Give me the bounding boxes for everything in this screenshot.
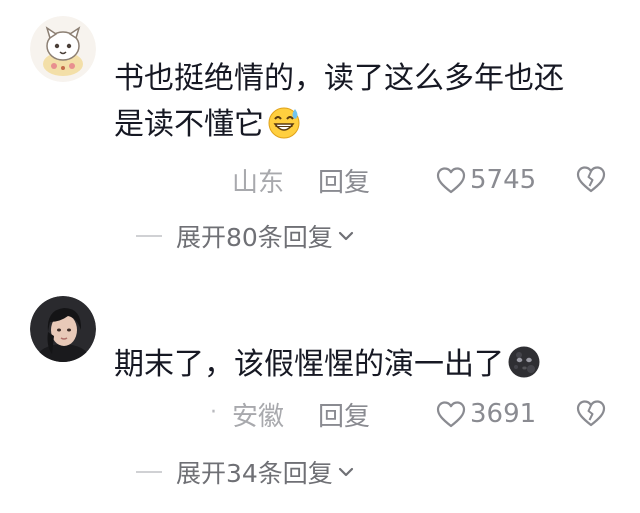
divider-line xyxy=(136,235,162,237)
chevron-down-icon xyxy=(337,463,355,481)
dislike-button[interactable] xyxy=(576,164,606,194)
comment-text-segment: 是读不懂它 xyxy=(114,107,264,142)
reply-button[interactable]: 回复 xyxy=(318,162,370,199)
dislike-button[interactable] xyxy=(576,398,606,428)
cartoon-cat-avatar-icon xyxy=(30,16,96,82)
comment-meta: 山东 回复 5745 xyxy=(0,160,640,200)
location-label: 山东 xyxy=(232,168,285,198)
comment-text-line: 期末了，该假惺惺的演一出了 xyxy=(114,342,614,388)
expand-replies-label: 展开34条回复 xyxy=(176,459,333,488)
chevron-down-icon xyxy=(337,227,355,245)
comment-item: 书也挺绝情的，读了这么多年也还 是读不懂它 山东 回复 5745 展开80条回复 xyxy=(0,0,640,268)
comment-text: 期末了，该假惺惺的演一出了 xyxy=(114,342,614,388)
comment-text-line: 是读不懂它 xyxy=(114,102,614,148)
location-label: 安徽 xyxy=(232,402,285,432)
expand-replies-button[interactable]: 展开80条回复 xyxy=(136,218,355,254)
like-button[interactable]: 5745 xyxy=(436,160,536,200)
comment-text-line: 书也挺绝情的，读了这么多年也还 xyxy=(114,61,564,96)
comment-text-segment: 期末了，该假惺惺的演一出了 xyxy=(114,347,504,382)
separator-dot: · xyxy=(210,400,217,425)
like-button[interactable]: 3691 xyxy=(436,394,536,434)
expand-replies-label: 展开80条回复 xyxy=(176,223,333,252)
heart-outline-icon xyxy=(436,167,466,194)
comment-meta: · 安徽 回复 3691 xyxy=(0,394,640,434)
heart-outline-icon xyxy=(436,401,466,428)
like-count: 3691 xyxy=(470,399,537,429)
user-avatar[interactable] xyxy=(30,296,96,362)
reply-button[interactable]: 回复 xyxy=(318,396,370,433)
broken-heart-icon xyxy=(576,166,606,193)
broken-heart-icon xyxy=(576,400,606,427)
expand-replies-button[interactable]: 展开34条回复 xyxy=(136,454,355,490)
dark-haired-person-avatar-icon xyxy=(30,296,96,362)
grinning-sweat-emoji-icon xyxy=(267,105,301,139)
comment-item: 期末了，该假惺惺的演一出了 · 安徽 回复 3691 展开34条回复 xyxy=(0,268,640,513)
comment-text: 书也挺绝情的，读了这么多年也还 是读不懂它 xyxy=(114,56,614,148)
divider-line xyxy=(136,471,162,473)
new-moon-face-emoji-icon xyxy=(507,345,541,379)
user-avatar[interactable] xyxy=(30,16,96,82)
like-count: 5745 xyxy=(470,165,537,195)
